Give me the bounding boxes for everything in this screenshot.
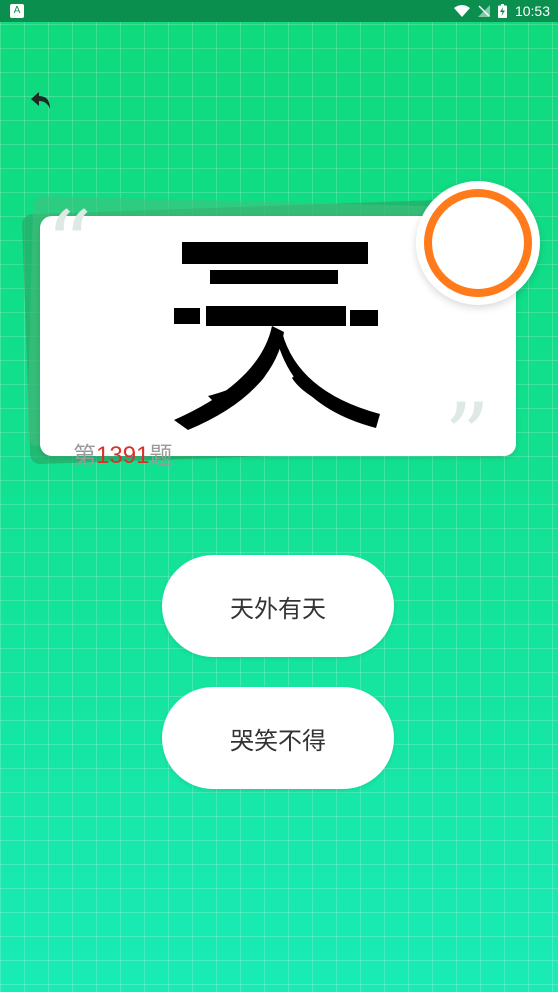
back-arrow-icon bbox=[31, 92, 50, 109]
question-prefix: 第 bbox=[73, 443, 96, 469]
countdown-ring-icon bbox=[424, 189, 532, 297]
answer-option-2[interactable]: 哭笑不得 bbox=[162, 687, 394, 789]
app-badge: A bbox=[10, 4, 24, 18]
puzzle-character-image bbox=[174, 242, 380, 430]
status-icons: 10:53 bbox=[453, 3, 550, 19]
no-signal-icon bbox=[477, 5, 490, 17]
back-button[interactable] bbox=[28, 88, 54, 114]
background-grid bbox=[0, 0, 558, 992]
status-bar: A 10:53 bbox=[0, 0, 558, 22]
countdown-timer bbox=[416, 181, 540, 305]
answer-option-1[interactable]: 天外有天 bbox=[162, 555, 394, 657]
question-number: 第1391题 bbox=[73, 436, 172, 470]
status-time: 10:53 bbox=[514, 3, 550, 19]
close-quote-mark: ” bbox=[444, 384, 491, 489]
open-quote-mark: “ bbox=[46, 192, 93, 297]
wifi-icon bbox=[453, 5, 470, 17]
question-suffix: 题 bbox=[149, 443, 173, 469]
battery-charging-icon bbox=[497, 4, 507, 18]
question-number-value: 1391 bbox=[96, 442, 150, 469]
